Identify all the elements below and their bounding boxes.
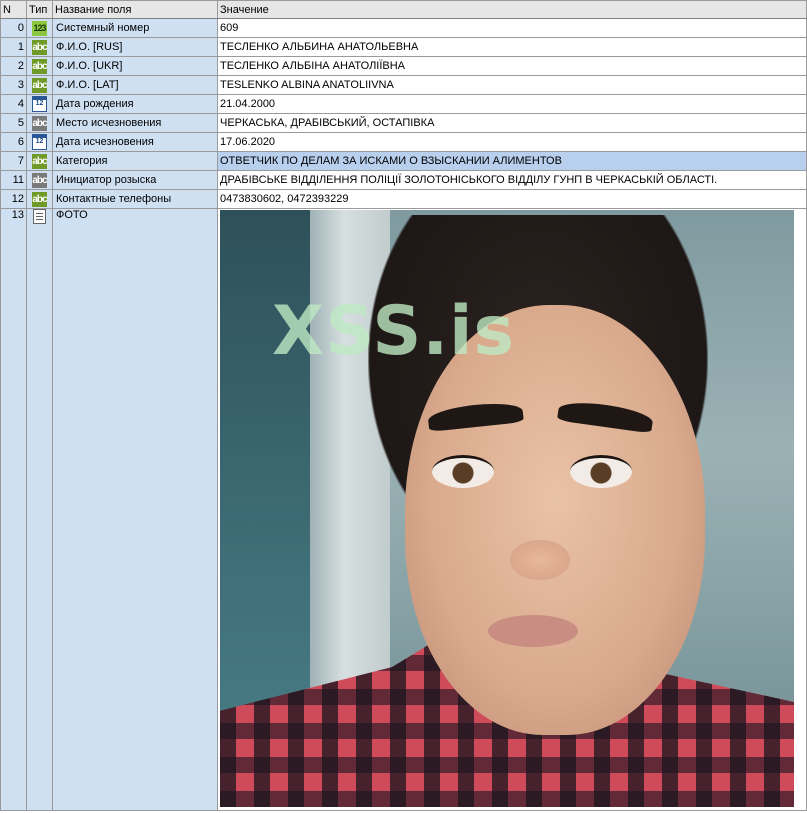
field-name: Ф.И.О. [RUS] — [52, 37, 218, 57]
field-name: ФОТО — [52, 208, 218, 811]
table-row[interactable]: 11 abc Инициатор розыска ДРАБІВСЬКЕ ВІДД… — [0, 170, 807, 190]
calendar-type-icon: 12 — [32, 134, 47, 150]
text-type-icon: abc — [32, 115, 48, 131]
photo-cell[interactable]: XSS.is — [217, 208, 807, 811]
field-name: Ф.И.О. [UKR] — [52, 56, 218, 76]
table-row[interactable]: 4 12 Дата рождения 21.04.2000 — [0, 94, 807, 114]
text-type-icon: abc — [32, 191, 48, 207]
table-row-selected[interactable]: 7 abc Категория ОТВЕТЧИК ПО ДЕЛАМ ЗА ИСК… — [0, 151, 807, 171]
field-value[interactable]: ТЕСЛЕНКО АЛЬБИНА АНАТОЛЬЕВНА — [217, 37, 807, 57]
type-cell: abc — [26, 151, 53, 171]
row-number: 2 — [0, 56, 27, 76]
grid-header-row: N Тип Название поля Значение — [0, 0, 807, 19]
photo-mouth — [488, 615, 578, 647]
table-row[interactable]: 12 abc Контактные телефоны 0473830602, 0… — [0, 189, 807, 209]
field-value[interactable]: 21.04.2000 — [217, 94, 807, 114]
field-value[interactable]: ОТВЕТЧИК ПО ДЕЛАМ ЗА ИСКАМИ О ВЗЫСКАНИИ … — [217, 151, 807, 171]
field-name: Категория — [52, 151, 218, 171]
type-cell: abc — [26, 189, 53, 209]
table-row[interactable]: 6 12 Дата исчезновения 17.06.2020 — [0, 132, 807, 152]
text-type-icon: abc — [32, 77, 48, 93]
table-row[interactable]: 1 abc Ф.И.О. [RUS] ТЕСЛЕНКО АЛЬБИНА АНАТ… — [0, 37, 807, 57]
watermark-text: XSS.is — [272, 292, 515, 371]
field-name: Место исчезновения — [52, 113, 218, 133]
table-row[interactable]: 2 abc Ф.И.О. [UKR] ТЕСЛЕНКО АЛЬБІНА АНАТ… — [0, 56, 807, 76]
field-value[interactable]: 609 — [217, 18, 807, 38]
table-row-photo[interactable]: 13 ФОТО XSS.is — [0, 208, 807, 811]
type-cell: 123 — [26, 18, 53, 38]
field-name: Дата рождения — [52, 94, 218, 114]
row-number: 5 — [0, 113, 27, 133]
type-cell: abc — [26, 37, 53, 57]
type-cell: abc — [26, 170, 53, 190]
text-type-icon: abc — [32, 58, 48, 74]
field-name: Контактные телефоны — [52, 189, 218, 209]
row-number: 11 — [0, 170, 27, 190]
type-cell: abc — [26, 56, 53, 76]
column-header-type[interactable]: Тип — [26, 0, 53, 19]
table-row[interactable]: 0 123 Системный номер 609 — [0, 18, 807, 38]
field-name: Системный номер — [52, 18, 218, 38]
text-type-icon: abc — [32, 172, 48, 188]
record-grid: N Тип Название поля Значение 0 123 Систе… — [0, 0, 807, 811]
photo-left-eye — [432, 455, 494, 488]
type-cell: 12 — [26, 94, 53, 114]
column-header-n[interactable]: N — [0, 0, 27, 19]
field-value[interactable]: 0473830602, 0472393229 — [217, 189, 807, 209]
type-cell: abc — [26, 113, 53, 133]
field-value[interactable]: ТЕСЛЕНКО АЛЬБІНА АНАТОЛІЇВНА — [217, 56, 807, 76]
row-number: 6 — [0, 132, 27, 152]
row-number: 3 — [0, 75, 27, 95]
row-number: 13 — [0, 208, 27, 811]
row-number: 4 — [0, 94, 27, 114]
field-value[interactable]: 17.06.2020 — [217, 132, 807, 152]
calendar-type-icon: 12 — [32, 96, 47, 112]
number-type-icon: 123 — [32, 20, 47, 36]
field-value[interactable]: ЧЕРКАСЬКА, ДРАБІВСЬКИЙ, ОСТАПІВКА — [217, 113, 807, 133]
column-header-value[interactable]: Значение — [217, 0, 807, 19]
document-type-icon — [33, 209, 46, 224]
type-cell — [26, 208, 53, 811]
type-cell: abc — [26, 75, 53, 95]
photo-nose — [510, 540, 570, 580]
type-cell: 12 — [26, 132, 53, 152]
photo-right-eye — [570, 455, 632, 488]
row-number: 1 — [0, 37, 27, 57]
field-value[interactable]: TESLENKO ALBINA ANATOLIIVNA — [217, 75, 807, 95]
row-number: 0 — [0, 18, 27, 38]
row-number: 7 — [0, 151, 27, 171]
person-photo[interactable]: XSS.is — [220, 210, 794, 807]
field-name: Ф.И.О. [LAT] — [52, 75, 218, 95]
table-row[interactable]: 5 abc Место исчезновения ЧЕРКАСЬКА, ДРАБ… — [0, 113, 807, 133]
row-number: 12 — [0, 189, 27, 209]
text-type-icon: abc — [32, 153, 48, 169]
field-value[interactable]: ДРАБІВСЬКЕ ВІДДІЛЕННЯ ПОЛІЦІЇ ЗОЛОТОНІСЬ… — [217, 170, 807, 190]
column-header-field[interactable]: Название поля — [52, 0, 218, 19]
field-name: Дата исчезновения — [52, 132, 218, 152]
text-type-icon: abc — [32, 39, 48, 55]
table-row[interactable]: 3 abc Ф.И.О. [LAT] TESLENKO ALBINA ANATO… — [0, 75, 807, 95]
field-name: Инициатор розыска — [52, 170, 218, 190]
